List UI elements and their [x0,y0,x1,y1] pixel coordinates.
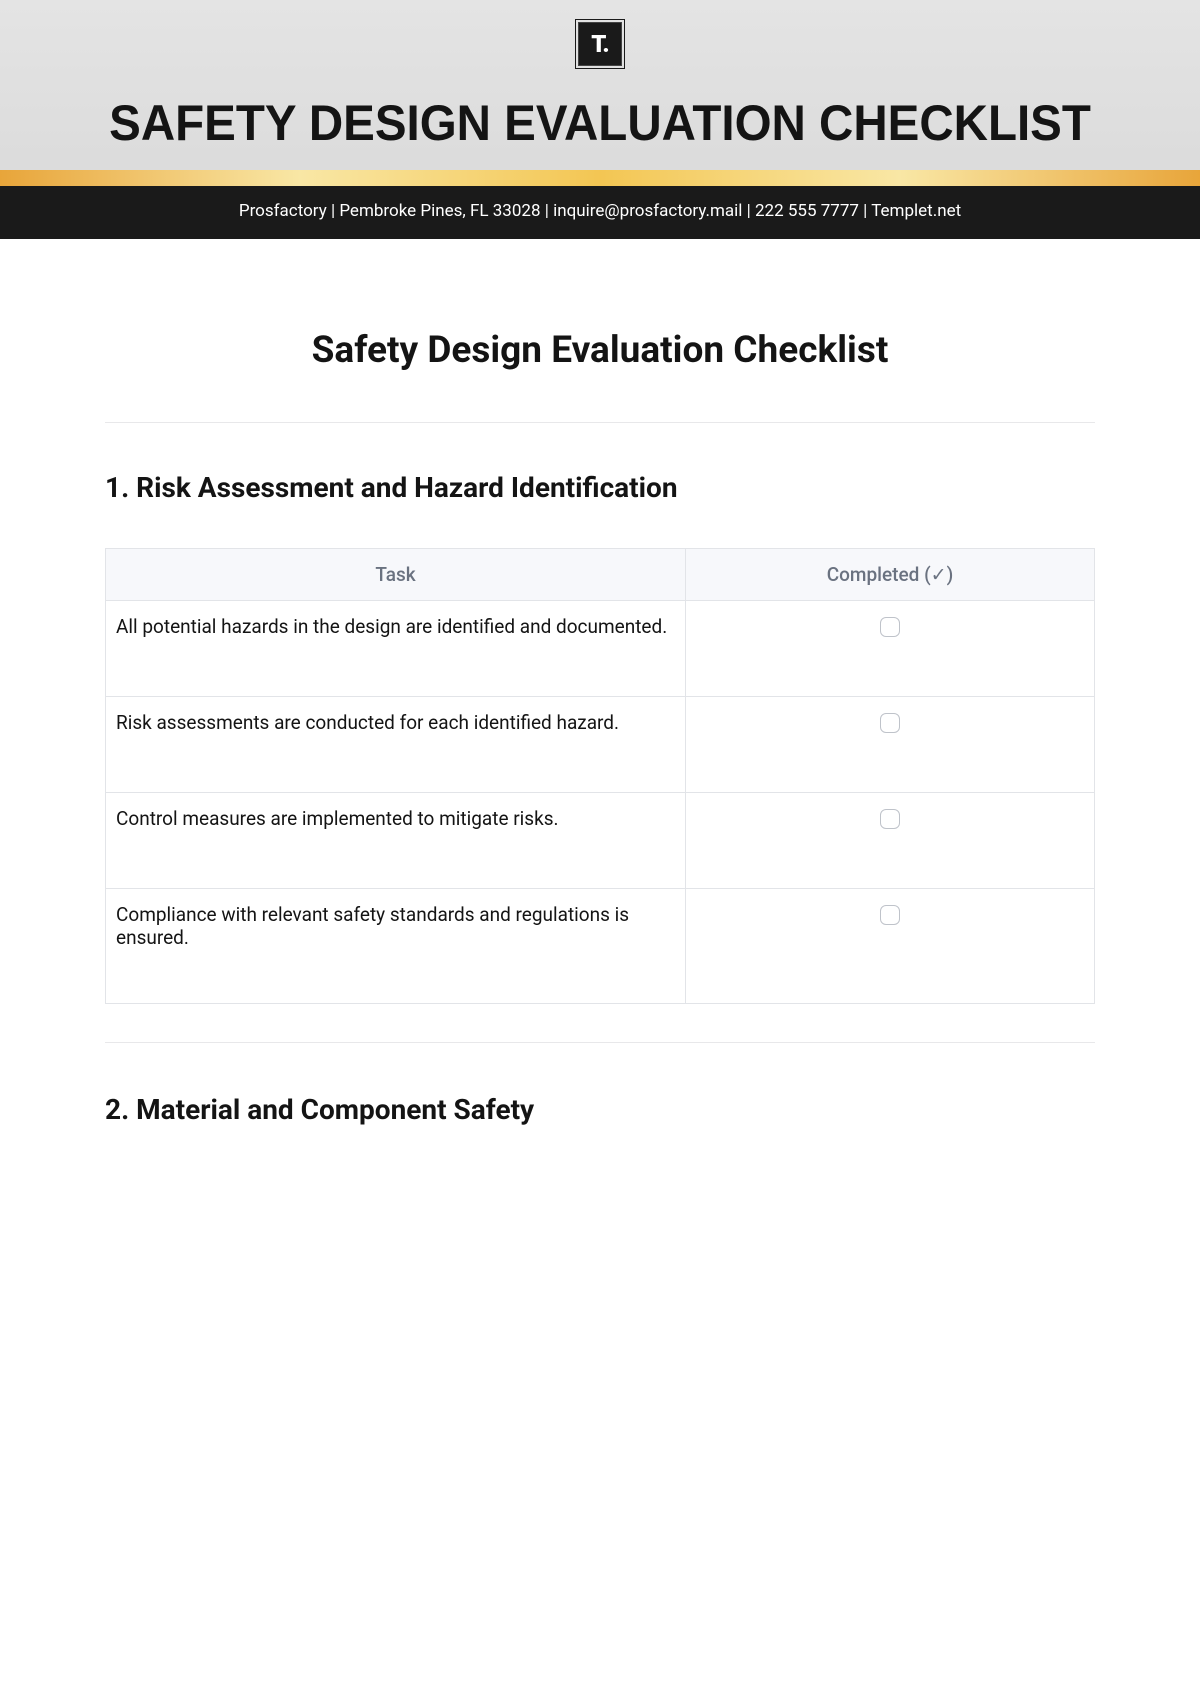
completed-cell [686,601,1095,697]
logo-text: T. [591,30,608,58]
col-completed: Completed (✓) [686,549,1095,601]
col-task: Task [106,549,686,601]
table-header-row: Task Completed (✓) [106,549,1095,601]
table-row: Compliance with relevant safety standard… [106,889,1095,1004]
task-cell: Risk assessments are conducted for each … [106,697,686,793]
checklist-table-1: Task Completed (✓) All potential hazards… [105,548,1095,1004]
gold-divider [0,170,1200,186]
info-bar: Prosfactory | Pembroke Pines, FL 33028 |… [0,186,1200,239]
table-row: All potential hazards in the design are … [106,601,1095,697]
section-title-2: 2. Material and Component Safety [105,1093,1095,1126]
section-title-1: 1. Risk Assessment and Hazard Identifica… [105,471,1095,504]
completed-cell [686,793,1095,889]
content: Safety Design Evaluation Checklist 1. Ri… [0,239,1200,1126]
completed-cell [686,697,1095,793]
logo-wrap: T. [0,22,1200,66]
checkbox[interactable] [880,905,900,925]
checkbox[interactable] [880,617,900,637]
checkbox[interactable] [880,713,900,733]
brand-logo: T. [578,22,622,66]
main-title: SAFETY DESIGN EVALUATION CHECKLIST [30,94,1170,170]
table-row: Control measures are implemented to miti… [106,793,1095,889]
task-cell: All potential hazards in the design are … [106,601,686,697]
document-heading: Safety Design Evaluation Checklist [105,329,1095,372]
divider [105,422,1095,423]
header-zone: T. SAFETY DESIGN EVALUATION CHECKLIST Pr… [0,0,1200,239]
divider [105,1042,1095,1043]
task-cell: Control measures are implemented to miti… [106,793,686,889]
task-cell: Compliance with relevant safety standard… [106,889,686,1004]
checkbox[interactable] [880,809,900,829]
table-row: Risk assessments are conducted for each … [106,697,1095,793]
completed-cell [686,889,1095,1004]
